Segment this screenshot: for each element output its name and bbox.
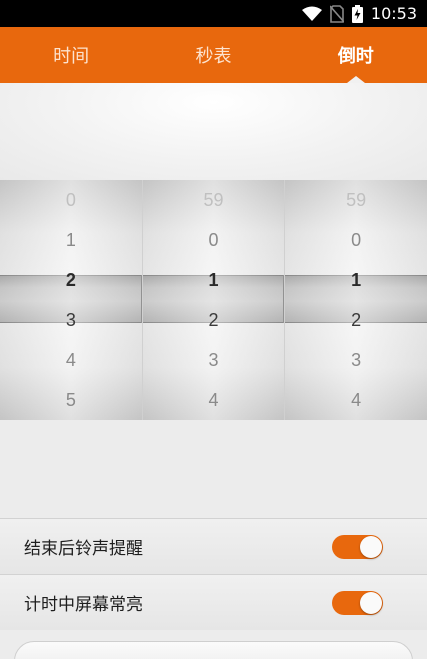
- setting-ringtone-label: 结束后铃声提醒: [24, 539, 143, 559]
- wheel-item[interactable]: 1: [143, 260, 285, 300]
- wheel-item-selected[interactable]: 2: [285, 300, 427, 340]
- status-bar: 10:53: [0, 0, 427, 27]
- ringtone-toggle[interactable]: [332, 534, 383, 559]
- wheel-item[interactable]: 4: [0, 340, 142, 380]
- wheel-item[interactable]: 2: [0, 260, 142, 300]
- start-button[interactable]: [14, 641, 413, 659]
- countdown-picker: 0 1 2 3 4 5 59 0 1 2 3 4 59 0 1 2 3 4: [0, 180, 427, 420]
- wheel-item-selected[interactable]: 2: [143, 300, 285, 340]
- wifi-icon: [301, 6, 322, 22]
- tab-stopwatch[interactable]: 秒表: [142, 27, 284, 83]
- wheel-item[interactable]: 4: [143, 380, 285, 420]
- wheel-item[interactable]: 1: [0, 220, 142, 260]
- tab-countdown[interactable]: 倒时: [285, 27, 427, 83]
- toggle-knob: [360, 591, 382, 614]
- toggle-knob: [360, 535, 382, 558]
- tab-bar: 时间 秒表 倒时: [0, 27, 427, 83]
- wheel-item[interactable]: 59: [143, 180, 285, 220]
- setting-screen-on-row[interactable]: 计时中屏幕常亮: [0, 574, 427, 630]
- wheel-item[interactable]: 0: [285, 220, 427, 260]
- screen-on-toggle[interactable]: [332, 590, 383, 615]
- wheel-item[interactable]: 0: [0, 180, 142, 220]
- spacer-area: [0, 420, 427, 518]
- seconds-wheel[interactable]: 59 0 1 2 3 4: [285, 180, 427, 420]
- wheel-item[interactable]: 3: [285, 340, 427, 380]
- setting-ringtone-row[interactable]: 结束后铃声提醒: [0, 518, 427, 574]
- tab-time[interactable]: 时间: [0, 27, 142, 83]
- wheel-item[interactable]: 1: [285, 260, 427, 300]
- hours-wheel[interactable]: 0 1 2 3 4 5: [0, 180, 143, 420]
- wheel-item[interactable]: 0: [143, 220, 285, 260]
- wheel-item-selected[interactable]: 3: [0, 300, 142, 340]
- status-time: 10:53: [370, 4, 417, 23]
- no-sim-icon: [329, 4, 344, 23]
- wheel-item[interactable]: 5: [0, 380, 142, 420]
- wheel-item[interactable]: 4: [285, 380, 427, 420]
- wheel-item[interactable]: 3: [143, 340, 285, 380]
- picker-header-area: [0, 83, 427, 180]
- minutes-wheel[interactable]: 59 0 1 2 3 4: [142, 180, 286, 420]
- setting-screen-on-label: 计时中屏幕常亮: [24, 595, 143, 615]
- battery-charging-icon: [351, 4, 363, 23]
- wheel-item[interactable]: 59: [285, 180, 427, 220]
